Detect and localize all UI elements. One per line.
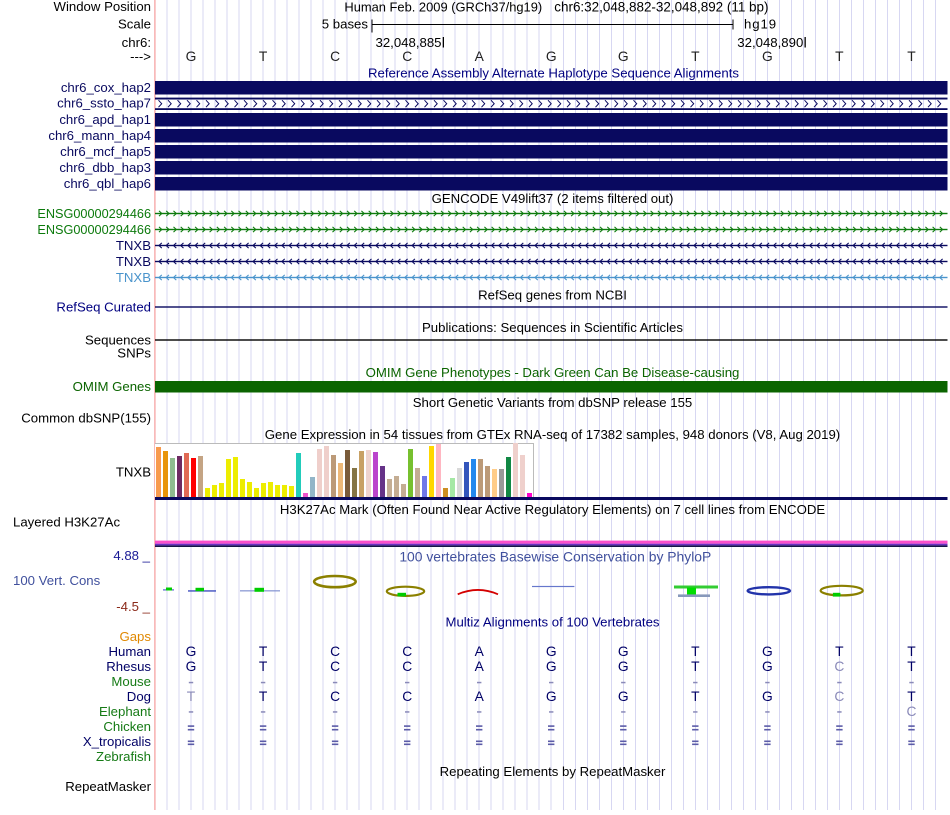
svg-text:32,048,885: 32,048,885: [375, 35, 441, 50]
svg-text:T: T: [691, 644, 700, 659]
svg-text:Mouse: Mouse: [111, 674, 151, 689]
svg-text:TNXB: TNXB: [116, 270, 151, 285]
svg-text:Repeating Elements by RepeatMa: Repeating Elements by RepeatMasker: [440, 764, 666, 779]
svg-text:OMIM Genes: OMIM Genes: [73, 379, 152, 394]
svg-text:G: G: [618, 49, 629, 64]
svg-text:SNPs: SNPs: [117, 346, 151, 361]
svg-text:G: G: [186, 49, 197, 64]
svg-text:G: G: [618, 644, 629, 659]
svg-text:T: T: [187, 689, 196, 704]
svg-text:Reference Assembly Alternate H: Reference Assembly Alternate Haplotype S…: [368, 66, 739, 81]
svg-text:A: A: [475, 644, 485, 659]
svg-text:100 Vert. Cons: 100 Vert. Cons: [13, 573, 101, 588]
svg-text:Gene Expression in 54 tissues: Gene Expression in 54 tissues from GTEx …: [265, 427, 840, 442]
svg-text:TNXB: TNXB: [116, 254, 151, 269]
svg-text:G: G: [762, 49, 773, 64]
svg-text:T: T: [259, 644, 268, 659]
svg-text:T: T: [259, 49, 268, 64]
svg-text:chr6_mann_hap4: chr6_mann_hap4: [48, 128, 151, 143]
svg-text:--->: --->: [130, 49, 151, 64]
svg-text:C: C: [330, 49, 340, 64]
svg-text:C: C: [330, 644, 340, 659]
svg-text:C: C: [402, 659, 412, 674]
svg-text:C: C: [402, 644, 412, 659]
svg-text:Multiz Alignments of 100 Verte: Multiz Alignments of 100 Vertebrates: [445, 615, 659, 630]
svg-text:G: G: [762, 644, 773, 659]
svg-text:Human Feb. 2009 (GRCh37/hg19): Human Feb. 2009 (GRCh37/hg19): [344, 0, 542, 15]
svg-text:5 bases: 5 bases: [322, 17, 369, 32]
svg-text:RefSeq Curated: RefSeq Curated: [56, 300, 151, 315]
svg-text:G: G: [762, 689, 773, 704]
svg-text:T: T: [907, 689, 916, 704]
svg-text:T: T: [259, 659, 268, 674]
svg-text:C: C: [834, 689, 844, 704]
svg-text:4.88 _: 4.88 _: [113, 548, 150, 563]
svg-text:Common dbSNP(155): Common dbSNP(155): [21, 411, 151, 426]
svg-text:Rhesus: Rhesus: [106, 659, 151, 674]
svg-text:-4.5 _: -4.5 _: [116, 599, 150, 614]
svg-text:32,048,890: 32,048,890: [737, 35, 803, 50]
svg-text:GENCODE V49lift37 (2 items fil: GENCODE V49lift37 (2 items filtered out): [432, 191, 674, 206]
svg-text:G: G: [186, 659, 197, 674]
svg-text:Window Position: Window Position: [54, 0, 151, 14]
svg-text:ENSG00000294466: ENSG00000294466: [37, 223, 151, 237]
svg-text:C: C: [330, 659, 340, 674]
svg-text:T: T: [835, 644, 844, 659]
svg-text:T: T: [907, 49, 916, 64]
svg-text:RepeatMasker: RepeatMasker: [65, 779, 151, 794]
svg-text:C: C: [907, 704, 917, 719]
svg-text:T: T: [691, 659, 700, 674]
svg-text:G: G: [618, 659, 629, 674]
svg-text:Zebrafish: Zebrafish: [96, 749, 151, 764]
svg-text:chr6_dbb_hap3: chr6_dbb_hap3: [59, 160, 151, 175]
svg-text:Dog: Dog: [127, 689, 151, 704]
svg-text:A: A: [475, 659, 485, 674]
svg-text:Human: Human: [108, 644, 151, 659]
svg-text:TNXB: TNXB: [116, 238, 151, 253]
svg-text:chr6_cox_hap2: chr6_cox_hap2: [61, 80, 151, 95]
svg-text:A: A: [475, 49, 485, 64]
svg-text:chr6_apd_hap1: chr6_apd_hap1: [59, 112, 151, 127]
svg-text:G: G: [546, 644, 557, 659]
svg-text:G: G: [546, 49, 557, 64]
svg-text:Gaps: Gaps: [119, 629, 151, 644]
svg-text:chr6:: chr6:: [122, 35, 151, 50]
svg-text:G: G: [618, 689, 629, 704]
svg-text:chr6_ssto_hap7: chr6_ssto_hap7: [57, 96, 151, 111]
svg-text:T: T: [259, 689, 268, 704]
svg-text:ENSG00000294466: ENSG00000294466: [37, 207, 151, 221]
svg-text:RefSeq genes from NCBI: RefSeq genes from NCBI: [478, 288, 627, 303]
svg-text:C: C: [330, 689, 340, 704]
svg-text:G: G: [762, 659, 773, 674]
svg-text:Publications: Sequences in Sci: Publications: Sequences in Scientific Ar…: [422, 320, 683, 335]
svg-text:G: G: [546, 689, 557, 704]
svg-text:Layered H3K27Ac: Layered H3K27Ac: [13, 515, 120, 530]
svg-text:C: C: [834, 659, 844, 674]
svg-text:hg19: hg19: [744, 17, 777, 32]
svg-text:T: T: [907, 644, 916, 659]
svg-text:T: T: [691, 49, 700, 64]
svg-text:T: T: [691, 689, 700, 704]
svg-text:Scale: Scale: [118, 17, 151, 32]
svg-text:X_tropicalis: X_tropicalis: [83, 734, 152, 749]
svg-text:T: T: [907, 659, 916, 674]
svg-text:Elephant: Elephant: [99, 704, 151, 719]
svg-text:T: T: [835, 49, 844, 64]
svg-text:chr6_mcf_hap5: chr6_mcf_hap5: [60, 144, 151, 159]
svg-text:Short Genetic Variants from db: Short Genetic Variants from dbSNP releas…: [413, 395, 693, 410]
svg-text:OMIM Gene Phenotypes - Dark Gr: OMIM Gene Phenotypes - Dark Green Can Be…: [366, 365, 740, 380]
svg-text:G: G: [546, 659, 557, 674]
svg-text:C: C: [402, 689, 412, 704]
svg-text:C: C: [402, 49, 412, 64]
svg-text:G: G: [186, 644, 197, 659]
svg-text:Chicken: Chicken: [103, 719, 151, 734]
svg-text:100 vertebrates Basewise Conse: 100 vertebrates Basewise Conservation by…: [399, 549, 711, 565]
svg-text:chr6_qbl_hap6: chr6_qbl_hap6: [64, 176, 151, 191]
svg-text:chr6:32,048,882-32,048,892 (11: chr6:32,048,882-32,048,892 (11 bp): [554, 0, 768, 15]
svg-text:A: A: [475, 689, 485, 704]
svg-text:TNXB: TNXB: [116, 465, 151, 480]
svg-text:H3K27Ac Mark (Often Found Near: H3K27Ac Mark (Often Found Near Active Re…: [280, 502, 826, 517]
